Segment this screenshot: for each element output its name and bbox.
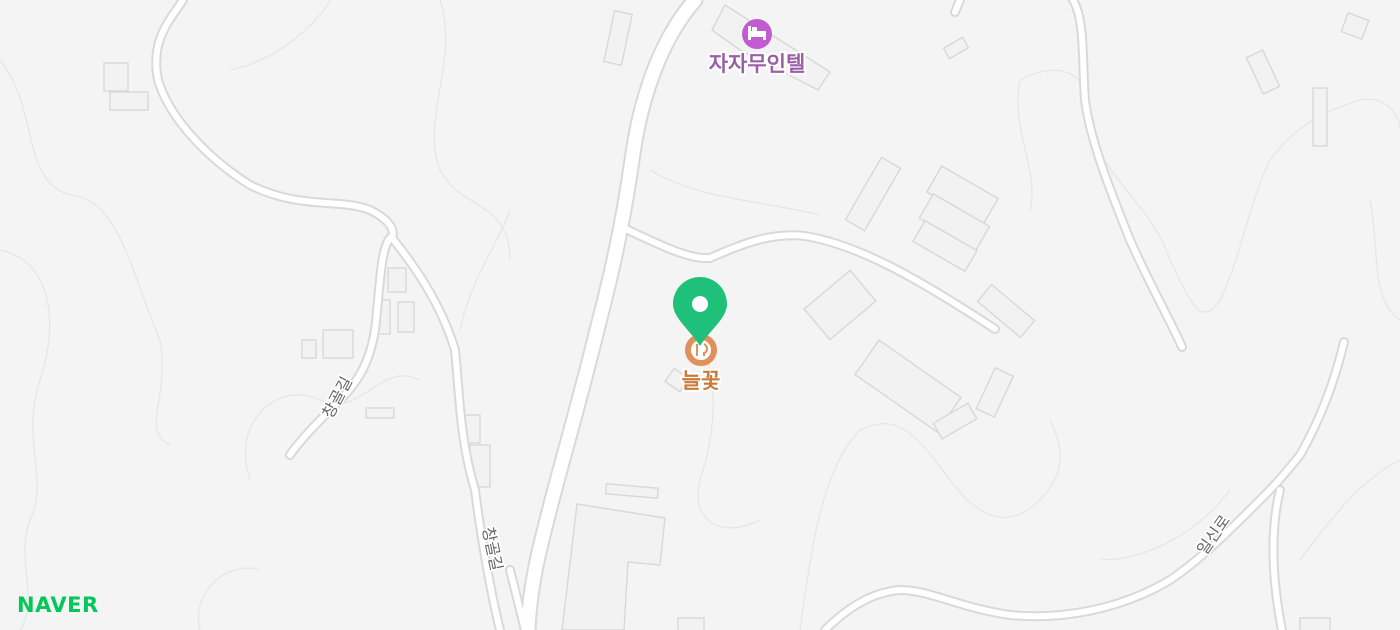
building — [844, 156, 902, 232]
building — [561, 503, 666, 630]
building — [1340, 11, 1370, 41]
building — [602, 9, 634, 67]
building — [301, 339, 317, 359]
poi-label-restaurant: 늘꽃 — [682, 369, 721, 393]
building — [942, 36, 970, 60]
bed-icon — [742, 19, 772, 49]
building — [322, 329, 354, 359]
map-canvas[interactable]: 창골길 창골길 일신로 자자무인텔 늘꽃 — [0, 0, 1400, 630]
building — [365, 407, 395, 419]
building — [803, 269, 877, 341]
location-pin-icon[interactable] — [673, 277, 727, 346]
naver-logo: NAVER — [17, 593, 99, 617]
building — [975, 366, 1015, 419]
building — [1312, 87, 1328, 147]
map-view[interactable]: 창골길 창골길 일신로 자자무인텔 늘꽃 NAVER — [0, 0, 1400, 630]
building — [1245, 49, 1281, 95]
building — [103, 62, 129, 92]
building — [1299, 617, 1331, 630]
roads — [153, 0, 1347, 630]
motel-building — [711, 3, 831, 91]
poi-restaurant[interactable]: 늘꽃 — [680, 334, 722, 395]
building — [387, 267, 407, 293]
building — [976, 283, 1036, 339]
road-label-changgol-left: 창골길 — [318, 373, 356, 421]
building — [604, 482, 660, 500]
building — [677, 617, 705, 630]
building — [397, 301, 415, 333]
building — [109, 91, 149, 111]
poi-label-motel: 자자무인텔 — [709, 52, 806, 76]
